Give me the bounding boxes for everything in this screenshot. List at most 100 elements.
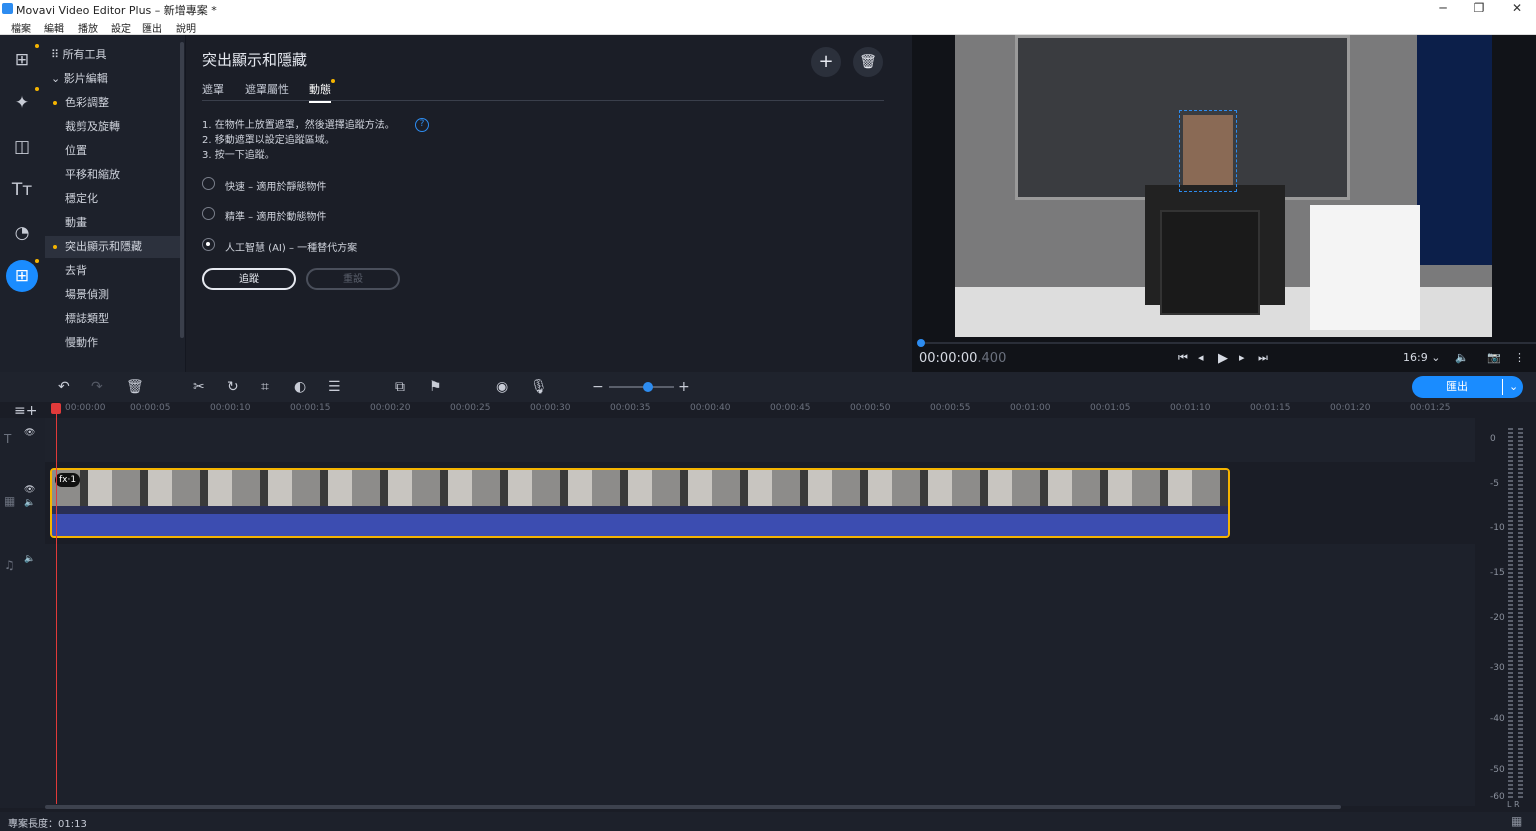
frame-forward-icon[interactable]: ▸ <box>1239 351 1245 364</box>
track-headers: T 👁 ▦ 👁 🔈 ♫ 🔈 <box>0 418 45 808</box>
add-mask-button[interactable]: + <box>811 47 841 77</box>
webcam-icon[interactable]: ◉ <box>496 379 508 395</box>
zoom-out-icon[interactable]: − <box>592 379 604 395</box>
volume-icon[interactable]: 🔈 <box>24 554 35 564</box>
menu-help[interactable]: 說明 <box>176 20 196 35</box>
eye-icon[interactable]: 👁 <box>24 428 35 438</box>
minimize-button[interactable]: ─ <box>1433 1 1453 17</box>
maximize-button[interactable]: ❐ <box>1469 1 1489 17</box>
project-length: 專案長度：01:13 <box>8 819 87 830</box>
undo-icon[interactable]: ↶ <box>58 379 70 395</box>
close-button[interactable]: ✕ <box>1507 1 1527 17</box>
timeline-scrollbar[interactable] <box>45 805 1341 809</box>
music-track-icon: ♫ <box>4 558 15 572</box>
tab-mask-properties[interactable]: 遮罩屬性 <box>245 81 289 97</box>
fx-badge[interactable]: fx·1 <box>55 473 81 487</box>
title-track-icon: T <box>4 432 12 446</box>
reset-button[interactable]: 重設 <box>306 268 400 290</box>
ruler-tick: 00:00:10 <box>210 403 251 413</box>
ruler-tick: 00:00:15 <box>290 403 331 413</box>
playhead[interactable] <box>56 404 57 804</box>
preview-progress-handle[interactable] <box>917 339 925 347</box>
zoom-in-icon[interactable]: + <box>678 379 690 395</box>
volume-icon[interactable]: 🔈 <box>1455 351 1469 364</box>
zoom-slider-handle[interactable] <box>643 382 653 392</box>
tool-slow-motion[interactable]: 慢動作 <box>65 332 98 354</box>
magic-wand-icon[interactable]: ✦ <box>6 87 38 119</box>
audio-track[interactable] <box>45 544 1475 806</box>
tool-position[interactable]: 位置 <box>65 140 87 162</box>
track-button[interactable]: 追蹤 <box>202 268 296 290</box>
add-track-icon[interactable]: ≡+ <box>14 403 37 419</box>
export-divider <box>1502 379 1503 395</box>
meter-label: -10 <box>1490 523 1505 533</box>
menu-settings[interactable]: 設定 <box>111 20 131 35</box>
menu-edit[interactable]: 編輯 <box>44 20 64 35</box>
filters-icon[interactable]: ◔ <box>6 217 38 249</box>
redo-icon[interactable]: ↷ <box>91 379 103 395</box>
chevron-down-icon[interactable]: ⌄ <box>1509 376 1518 398</box>
video-clip[interactable]: fx·1 <box>50 468 1230 538</box>
all-tools-item[interactable]: ⠿ 所有工具 <box>51 44 107 66</box>
export-button[interactable]: 匯出 ⌄ <box>1412 376 1523 398</box>
marker-flag-icon[interactable]: ⚑ <box>429 379 442 395</box>
video-editing-group[interactable]: ⌄ 影片編輯 <box>51 68 108 90</box>
overlay-icon[interactable]: ⧉ <box>395 379 405 395</box>
crop-icon[interactable]: ⌗ <box>261 379 269 395</box>
aspect-ratio-select[interactable]: 16:9 ⌄ <box>1403 351 1440 364</box>
frame-back-icon[interactable]: ◂ <box>1198 351 1204 364</box>
radio-precise[interactable] <box>202 207 215 220</box>
meter-label: 0 <box>1490 434 1496 444</box>
skip-forward-icon[interactable]: ⏭ <box>1258 351 1268 365</box>
preview-progress-track[interactable] <box>918 342 1536 344</box>
meter-label: -30 <box>1490 663 1505 673</box>
menu-file[interactable]: 檔案 <box>11 20 31 35</box>
snapshot-icon[interactable]: 📷 <box>1487 351 1501 364</box>
grid-toggle-icon[interactable]: ▦ <box>1511 814 1522 828</box>
zoom-slider-track[interactable] <box>609 386 674 388</box>
delete-icon[interactable]: 🗑 <box>126 379 144 395</box>
meter-label: -5 <box>1490 479 1499 489</box>
cut-icon[interactable]: ✂ <box>193 379 205 395</box>
tool-chroma-key[interactable]: 去背 <box>65 260 87 282</box>
skip-back-icon[interactable]: ⏮ <box>1178 351 1188 365</box>
audio-meter: L R <box>1478 418 1536 811</box>
more-options-icon[interactable]: ⋮ <box>1514 351 1525 364</box>
color-icon[interactable]: ◐ <box>294 379 306 395</box>
menu-export[interactable]: 匯出 <box>142 20 162 35</box>
volume-icon[interactable]: 🔈 <box>24 498 35 508</box>
transitions-icon[interactable]: ◫ <box>6 131 38 163</box>
play-icon[interactable]: ▶ <box>1218 351 1228 366</box>
help-icon[interactable]: ? <box>415 118 429 132</box>
more-tools-icon[interactable]: ⊞ <box>6 260 38 292</box>
mask-selection[interactable] <box>1179 110 1237 192</box>
tool-logo[interactable]: 標誌類型 <box>65 308 109 330</box>
tool-crop-rotate[interactable]: 裁剪及旋轉 <box>65 116 120 138</box>
tool-highlight-conceal[interactable]: 突出顯示和隱藏 <box>45 236 183 258</box>
microphone-icon[interactable]: 🎙 <box>530 379 548 395</box>
tool-color-adjust[interactable]: 色彩調整 <box>65 92 109 114</box>
eye-icon[interactable]: 👁 <box>24 485 35 495</box>
title-bar: Movavi Video Editor Plus – 新增專案 * ─ ❐ ✕ <box>0 0 1536 18</box>
tab-tracking[interactable]: 動態 <box>309 81 331 103</box>
ruler-tick: 00:00:40 <box>690 403 731 413</box>
settings-sliders-icon[interactable]: ☰ <box>328 379 341 395</box>
timeline-ruler[interactable]: 00:00:00 00:00:05 00:00:10 00:00:15 00:0… <box>45 402 1475 418</box>
tool-list-scrollbar[interactable] <box>180 42 184 338</box>
tool-pan-zoom[interactable]: 平移和縮放 <box>65 164 120 186</box>
menu-playback[interactable]: 播放 <box>78 20 98 35</box>
import-icon[interactable]: ⊞ <box>6 44 38 76</box>
titles-icon[interactable]: Tт <box>6 174 38 206</box>
video-frame[interactable] <box>955 35 1492 337</box>
rotate-icon[interactable]: ↻ <box>227 379 239 395</box>
radio-ai[interactable] <box>202 238 215 251</box>
ruler-tick: 00:00:55 <box>930 403 971 413</box>
box-white <box>1310 205 1420 330</box>
tool-stabilize[interactable]: 穩定化 <box>65 188 98 210</box>
tool-animation[interactable]: 動畫 <box>65 212 87 234</box>
radio-fast[interactable] <box>202 177 215 190</box>
delete-mask-button[interactable]: 🗑 <box>853 47 883 77</box>
tool-scene-detect[interactable]: 場景偵測 <box>65 284 109 306</box>
title-track[interactable] <box>45 418 1475 462</box>
tab-mask[interactable]: 遮罩 <box>202 81 224 97</box>
